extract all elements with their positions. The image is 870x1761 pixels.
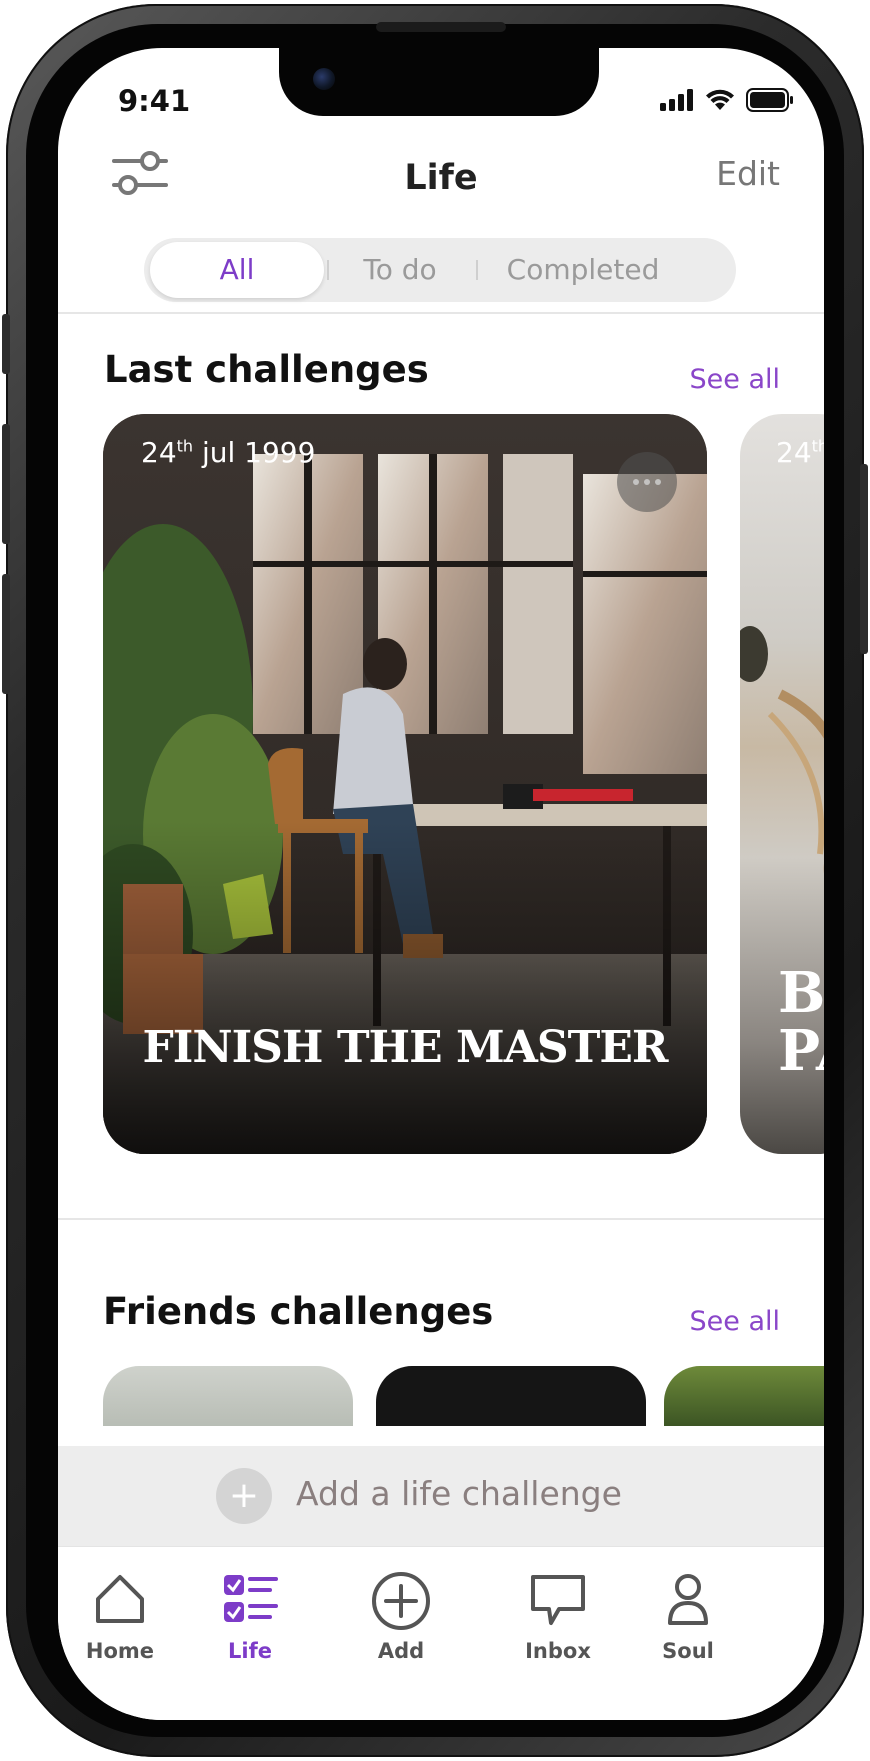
plus-icon: + (216, 1468, 272, 1524)
card-date: 24th (776, 436, 824, 469)
page-title: Life (404, 158, 478, 198)
friend-challenge-card[interactable] (376, 1366, 646, 1426)
card-title: FINISH THE MASTER (142, 1022, 669, 1073)
tab-soul[interactable]: Soul (628, 1571, 748, 1663)
tab-home[interactable]: Home (60, 1571, 180, 1663)
tab-label: Soul (662, 1639, 714, 1663)
friend-challenge-card[interactable] (664, 1366, 824, 1426)
filter-segmented-control: All To do Completed (144, 238, 736, 302)
chat-bubble-icon (531, 1575, 585, 1625)
card-date: 24th jul 1999 (141, 436, 316, 469)
friends-challenges-see-all-link[interactable]: See all (690, 1306, 781, 1337)
checklist-icon (224, 1575, 278, 1622)
wifi-icon (706, 89, 734, 110)
power-button (860, 464, 868, 654)
tab-label: Add (377, 1639, 425, 1663)
friend-challenge-card[interactable] (103, 1366, 353, 1426)
tab-bar: Home Life Add Inbox Soul (58, 1546, 824, 1720)
divider (58, 1218, 824, 1220)
person-icon (668, 1574, 708, 1625)
mute-switch (2, 314, 10, 374)
segment-todo[interactable]: To do (328, 238, 472, 302)
add-life-challenge-bar[interactable]: + Add a life challenge (58, 1446, 824, 1546)
earpiece (376, 22, 506, 32)
tab-label: Inbox (525, 1639, 591, 1663)
screen: 9:41 Life Edit All To do Completed Last … (58, 48, 824, 1720)
challenge-card[interactable]: 24th BIPA (740, 414, 824, 1154)
tab-label: Life (228, 1639, 272, 1663)
volume-up-button (2, 424, 10, 544)
last-challenges-see-all-link[interactable]: See all (690, 364, 781, 395)
segment-completed[interactable]: Completed (478, 238, 688, 302)
cellular-signal-icon (660, 89, 693, 111)
status-time: 9:41 (118, 84, 191, 118)
plus-circle-icon (372, 1572, 430, 1630)
tab-label: Home (85, 1639, 155, 1663)
tab-inbox[interactable]: Inbox (498, 1571, 618, 1663)
challenge-card[interactable]: 24th jul 1999 FINISH THE MASTER (103, 414, 707, 1154)
card-title: BIPA (778, 960, 824, 1084)
divider (58, 312, 824, 314)
add-life-challenge-label: Add a life challenge (296, 1474, 622, 1513)
status-icons (660, 88, 794, 112)
segment-all[interactable]: All (150, 242, 324, 298)
last-challenges-title: Last challenges (104, 348, 429, 391)
tab-add[interactable]: Add (341, 1571, 461, 1663)
edit-button[interactable]: Edit (716, 154, 780, 193)
friends-challenges-title: Friends challenges (103, 1290, 494, 1333)
phone-frame: 9:41 Life Edit All To do Completed Last … (2, 4, 868, 1757)
tab-life[interactable]: Life (190, 1571, 310, 1663)
notch (279, 48, 599, 116)
battery-icon (746, 88, 793, 112)
front-camera-icon (313, 68, 335, 90)
volume-down-button (2, 574, 10, 694)
home-icon (96, 1575, 144, 1623)
more-options-icon[interactable] (617, 452, 677, 512)
